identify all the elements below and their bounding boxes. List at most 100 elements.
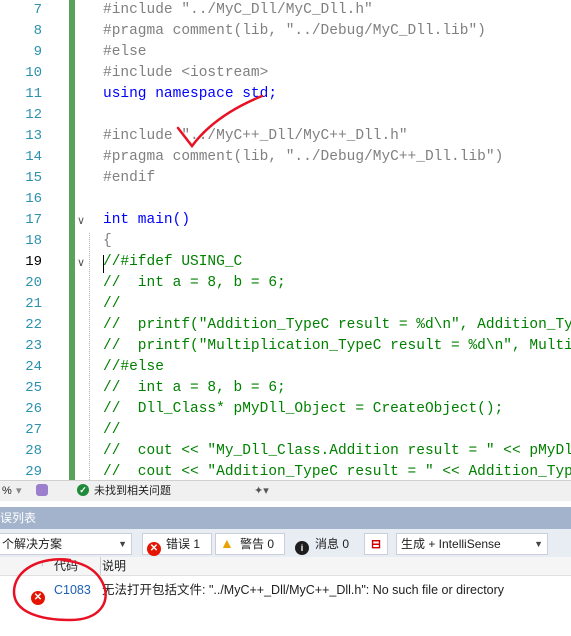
code-line[interactable]: 24 //#else: [0, 357, 571, 378]
code-line[interactable]: 16: [0, 189, 571, 210]
code-line[interactable]: 15 #endif: [0, 168, 571, 189]
issues-status-text[interactable]: 未找到相关问题: [94, 481, 171, 501]
column-header-code[interactable]: 代码: [54, 557, 78, 575]
code-line[interactable]: 22 // printf("Addition_TypeC result = %d…: [0, 315, 571, 336]
line-number: 17: [25, 212, 42, 228]
code-line[interactable]: 25 // int a = 8, b = 6;: [0, 378, 571, 399]
code-text: // printf("Multiplication_TypeC result =…: [103, 338, 571, 354]
cleanup-brush-icon[interactable]: ✦▾: [254, 481, 269, 501]
code-text: // cout << "My_Dll_Class.Addition result…: [103, 443, 571, 459]
code-line[interactable]: 20 // int a = 8, b = 6;: [0, 273, 571, 294]
code-text: //: [103, 296, 121, 312]
code-line[interactable]: 23 // printf("Multiplication_TypeC resul…: [0, 336, 571, 357]
intellicode-icon[interactable]: [36, 484, 48, 496]
code-line-current[interactable]: 19 ∨ //#ifdef USING_C: [0, 252, 571, 273]
line-number: 12: [25, 107, 42, 123]
line-number: 13: [25, 128, 42, 144]
code-text: // Dll_Class* pMyDll_Object = CreateObje…: [103, 401, 504, 417]
code-text: using namespace std;: [103, 86, 278, 102]
code-text: {: [103, 233, 112, 249]
column-header-description[interactable]: 说明: [102, 557, 126, 575]
code-line[interactable]: 9 #else: [0, 42, 571, 63]
scope-dropdown[interactable]: 个解决方案 ▼: [0, 533, 132, 555]
line-number: 20: [25, 275, 42, 291]
line-number: 26: [25, 401, 42, 417]
code-text: #pragma comment(lib, "../Debug/MyC++_Dll…: [103, 149, 504, 165]
code-line[interactable]: 13 #include "../MyC++_Dll/MyC++_Dll.h": [0, 126, 571, 147]
code-text: // int a = 8, b = 6;: [103, 380, 286, 396]
line-number: 24: [25, 359, 42, 375]
code-text: //#else: [103, 359, 164, 375]
line-number: 21: [25, 296, 42, 312]
line-number: 11: [25, 86, 42, 102]
warnings-filter-label: 警告 0: [240, 537, 275, 551]
filter-icon[interactable]: ⊟: [364, 533, 388, 555]
code-text: #include "../MyC++_Dll/MyC++_Dll.h": [103, 128, 408, 144]
code-line[interactable]: 8 #pragma comment(lib, "../Debug/MyC_Dll…: [0, 21, 571, 42]
code-line[interactable]: 26 // Dll_Class* pMyDll_Object = CreateO…: [0, 399, 571, 420]
error-code-link[interactable]: C1083: [54, 577, 91, 603]
line-number: 15: [25, 170, 42, 186]
code-line[interactable]: 11 using namespace std;: [0, 84, 571, 105]
warning-icon: ▲: [220, 535, 234, 551]
error-list-header: ↑ 代码 说明: [0, 557, 571, 576]
error-row[interactable]: ✕ C1083 无法打开包括文件: "../MyC++_Dll/MyC++_Dl…: [0, 577, 571, 605]
warnings-filter-button[interactable]: ▲ 警告 0: [215, 533, 285, 555]
line-number: 27: [25, 422, 42, 438]
line-number: 14: [25, 149, 42, 165]
code-text: // int a = 8, b = 6;: [103, 275, 286, 291]
code-text: int main(): [103, 212, 191, 228]
line-number: 16: [25, 191, 42, 207]
zoom-level[interactable]: %: [2, 481, 12, 501]
line-number: 7: [33, 2, 42, 18]
code-line[interactable]: 14 #pragma comment(lib, "../Debug/MyC++_…: [0, 147, 571, 168]
error-description: 无法打开包括文件: "../MyC++_Dll/MyC++_Dll.h": No…: [102, 583, 505, 597]
code-text: #pragma comment(lib, "../Debug/MyC_Dll.l…: [103, 23, 486, 39]
collapse-chevron-icon[interactable]: ∨: [77, 252, 87, 273]
line-number: 22: [25, 317, 42, 333]
collapse-chevron-icon[interactable]: ∨: [77, 210, 87, 231]
text-caret: [103, 255, 104, 273]
sort-indicator-icon: ↑: [40, 559, 44, 568]
editor-status-bar: % ▾ ✓ 未找到相关问题 ✦▾: [0, 480, 571, 501]
build-filter-value: 生成 + IntelliSense: [401, 537, 501, 551]
code-text: // cout << "Addition_TypeC result = " <<…: [103, 464, 571, 480]
code-text: // printf("Addition_TypeC result = %d\n"…: [103, 317, 571, 333]
error-icon: ✕: [31, 583, 45, 609]
scope-value: 个解决方案: [2, 537, 63, 551]
code-line[interactable]: 18 {: [0, 231, 571, 252]
code-text: //: [103, 422, 121, 438]
code-line[interactable]: 28 // cout << "My_Dll_Class.Addition res…: [0, 441, 571, 462]
line-number: 8: [33, 23, 42, 39]
dropdown-arrow-icon: ▼: [118, 539, 127, 549]
messages-filter-button[interactable]: i 消息 0: [290, 533, 358, 555]
line-number: 25: [25, 380, 42, 396]
line-number: 10: [25, 65, 42, 81]
code-line[interactable]: 7 #include "../MyC_Dll/MyC_Dll.h": [0, 0, 571, 21]
code-line[interactable]: 29 // cout << "Addition_TypeC result = "…: [0, 462, 571, 480]
error-icon: ✕: [147, 537, 161, 557]
info-icon: i: [295, 537, 309, 557]
errors-filter-button[interactable]: ✕ 错误 1: [142, 533, 212, 557]
line-number: 18: [25, 233, 42, 249]
code-line[interactable]: 10 #include <iostream>: [0, 63, 571, 84]
code-line[interactable]: 27 //: [0, 420, 571, 441]
line-number: 19: [25, 254, 42, 270]
messages-filter-label: 消息 0: [315, 537, 350, 551]
code-text: #include "../MyC_Dll/MyC_Dll.h": [103, 2, 373, 18]
error-list-toolbar: 个解决方案 ▼ ✕ 错误 1 ▲ 警告 0 i 消息 0 ⊟ 生成 + Inte…: [0, 529, 571, 557]
code-text: #include <iostream>: [103, 65, 269, 81]
build-filter-dropdown[interactable]: 生成 + IntelliSense ▼: [396, 533, 548, 555]
dropdown-arrow-icon: ▼: [534, 539, 543, 549]
code-editor[interactable]: 7 #include "../MyC_Dll/MyC_Dll.h" 8 #pra…: [0, 0, 571, 480]
code-line[interactable]: 12: [0, 105, 571, 126]
error-list-title-bar: 误列表: [0, 507, 571, 529]
line-number: 23: [25, 338, 42, 354]
line-number: 28: [25, 443, 42, 459]
code-line[interactable]: 21 //: [0, 294, 571, 315]
code-line[interactable]: 17 ∨ int main(): [0, 210, 571, 231]
code-text: #else: [103, 44, 147, 60]
dropdown-icon[interactable]: ▾: [16, 481, 22, 501]
code-text: #endif: [103, 170, 156, 186]
column-divider[interactable]: [100, 557, 101, 575]
